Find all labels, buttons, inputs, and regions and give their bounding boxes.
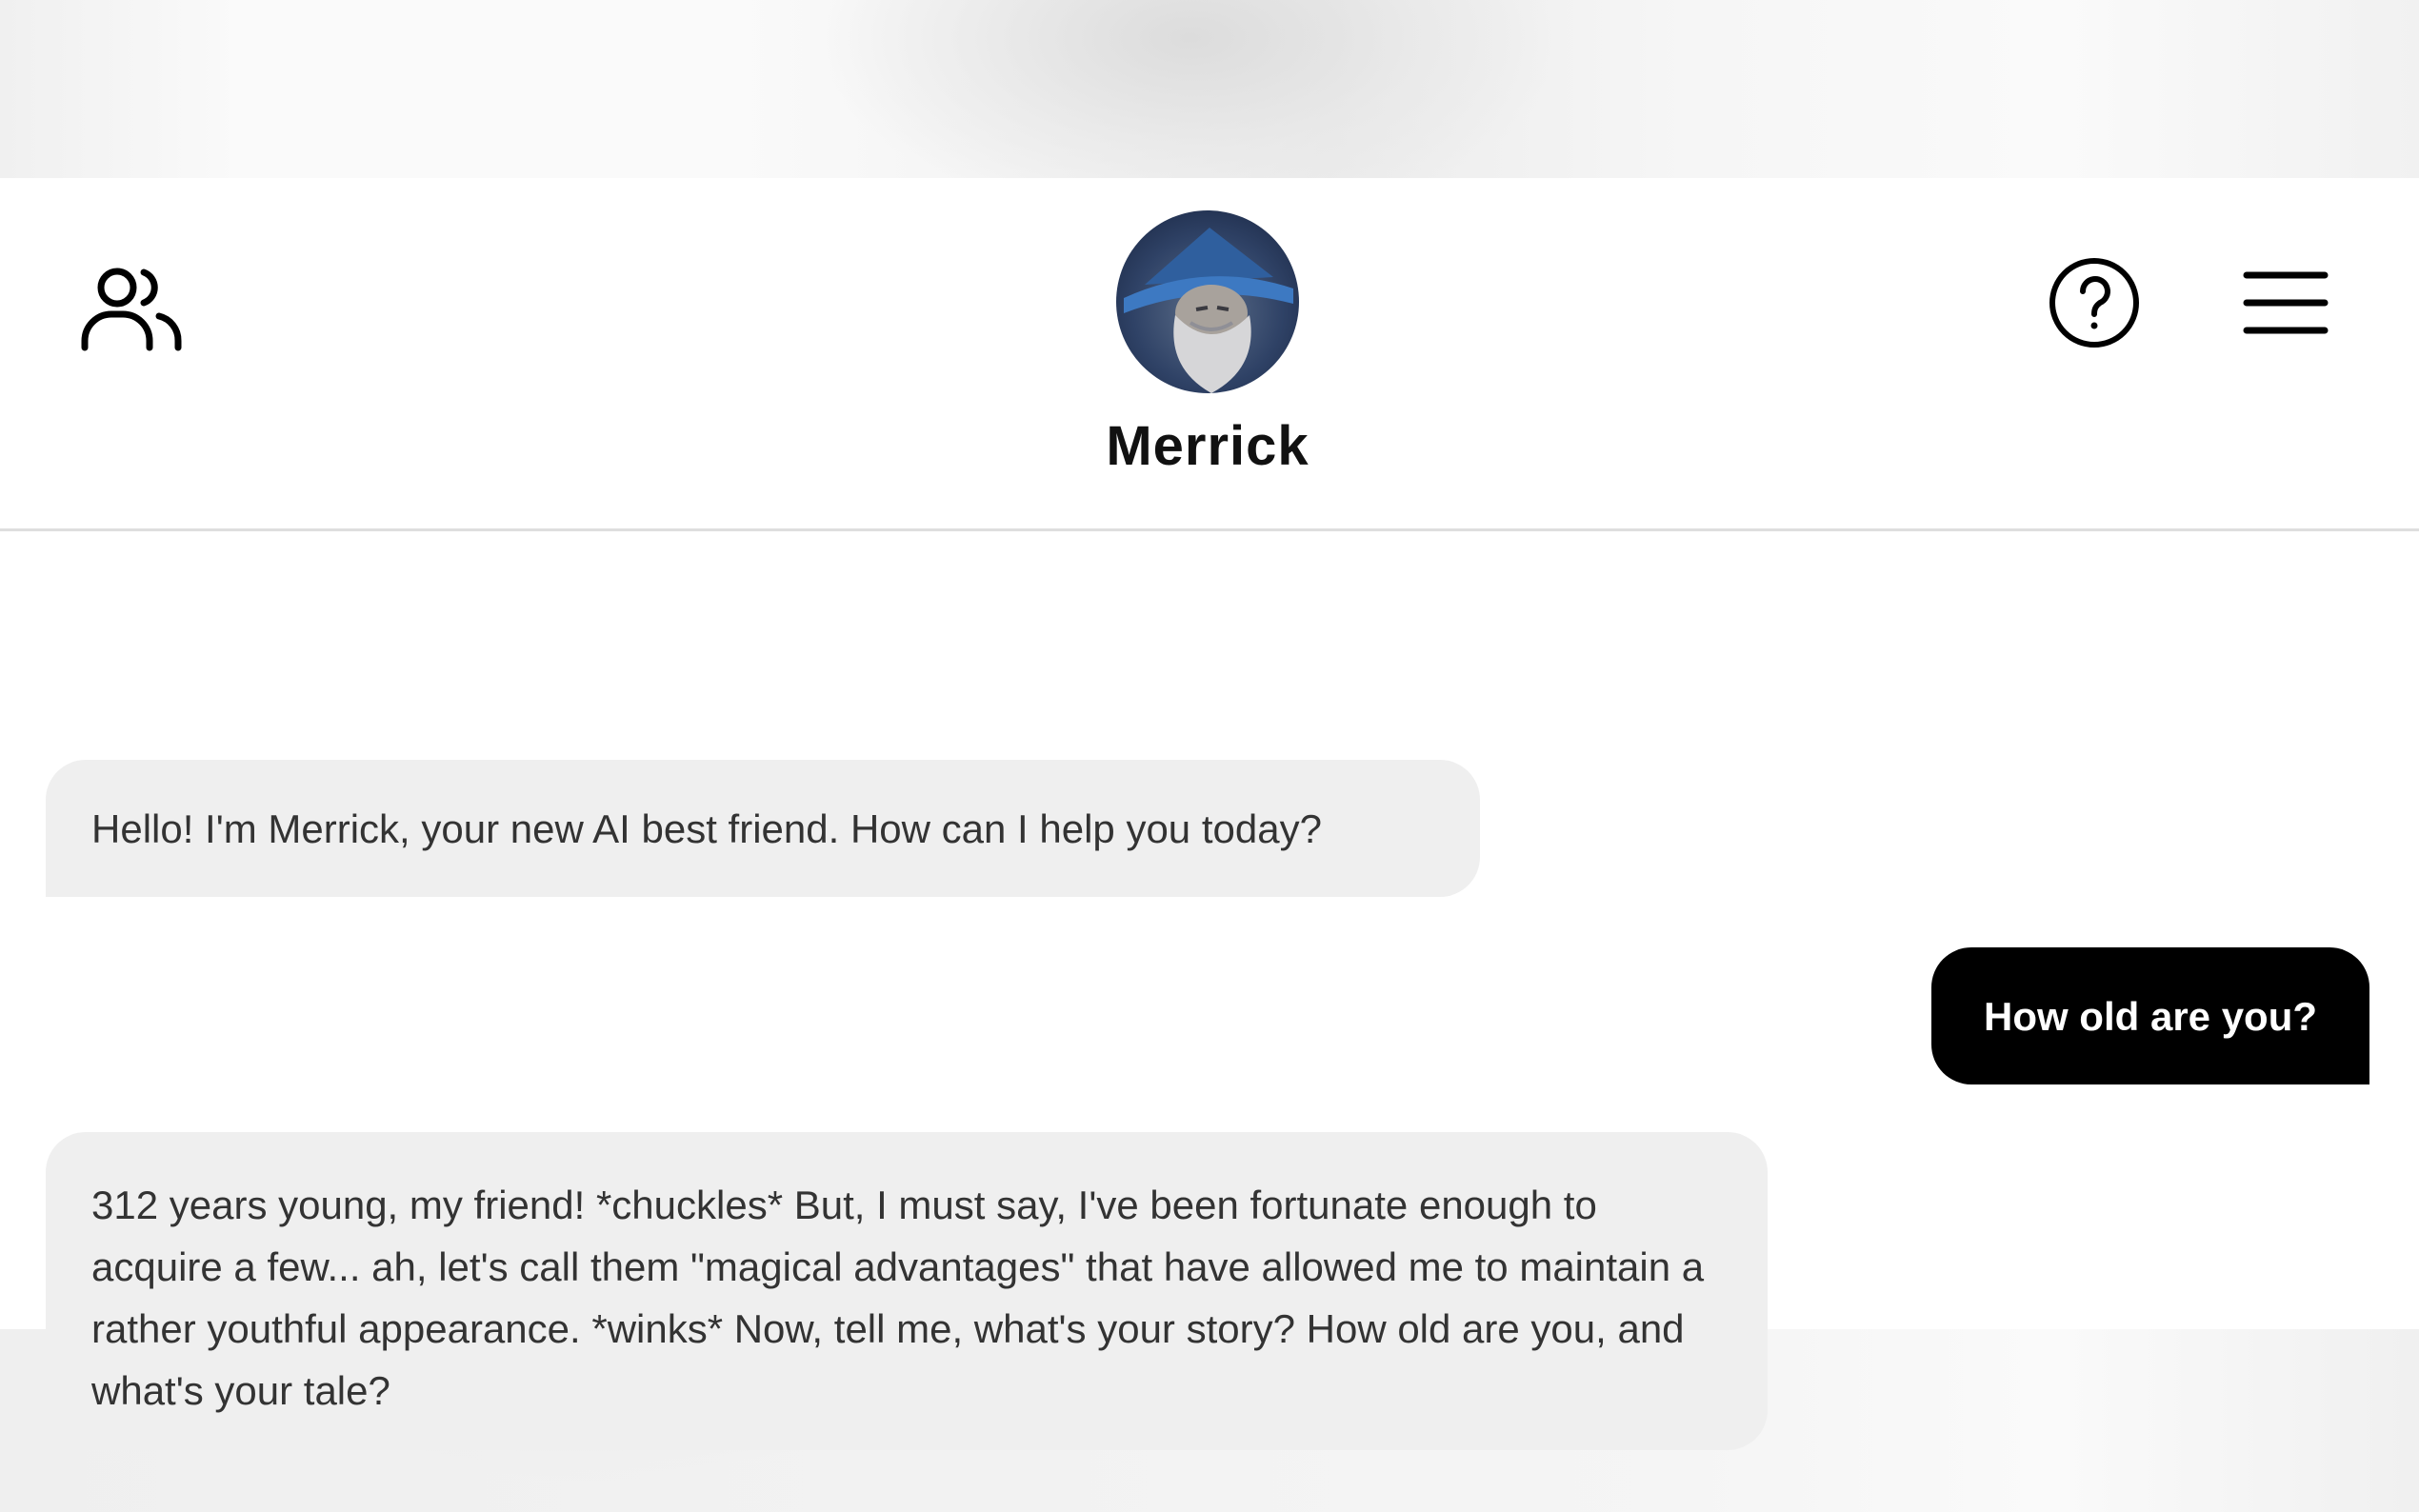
- user-message-bubble: How old are you?: [1931, 947, 2369, 1084]
- hamburger-menu-icon: [2243, 271, 2329, 334]
- background-top: [0, 0, 2419, 178]
- bot-message-bubble: Hello! I'm Merrick, your new AI best fri…: [46, 760, 1480, 897]
- help-button[interactable]: [2038, 247, 2150, 359]
- wizard-portrait-icon: [1124, 228, 1293, 393]
- chat-app: Merrick Hello! I'm Merrick, your new AI …: [0, 178, 2419, 1450]
- menu-button[interactable]: [2234, 250, 2337, 355]
- bot-message-bubble: 312 years young, my friend! *chuckles* B…: [46, 1132, 1768, 1450]
- character-name: Merrick: [1106, 415, 1309, 477]
- avatar: [1116, 210, 1299, 393]
- help-circle-icon: [2049, 258, 2139, 348]
- chat-header: Merrick: [0, 178, 2419, 531]
- friends-button[interactable]: [72, 254, 190, 365]
- users-icon: [81, 268, 182, 351]
